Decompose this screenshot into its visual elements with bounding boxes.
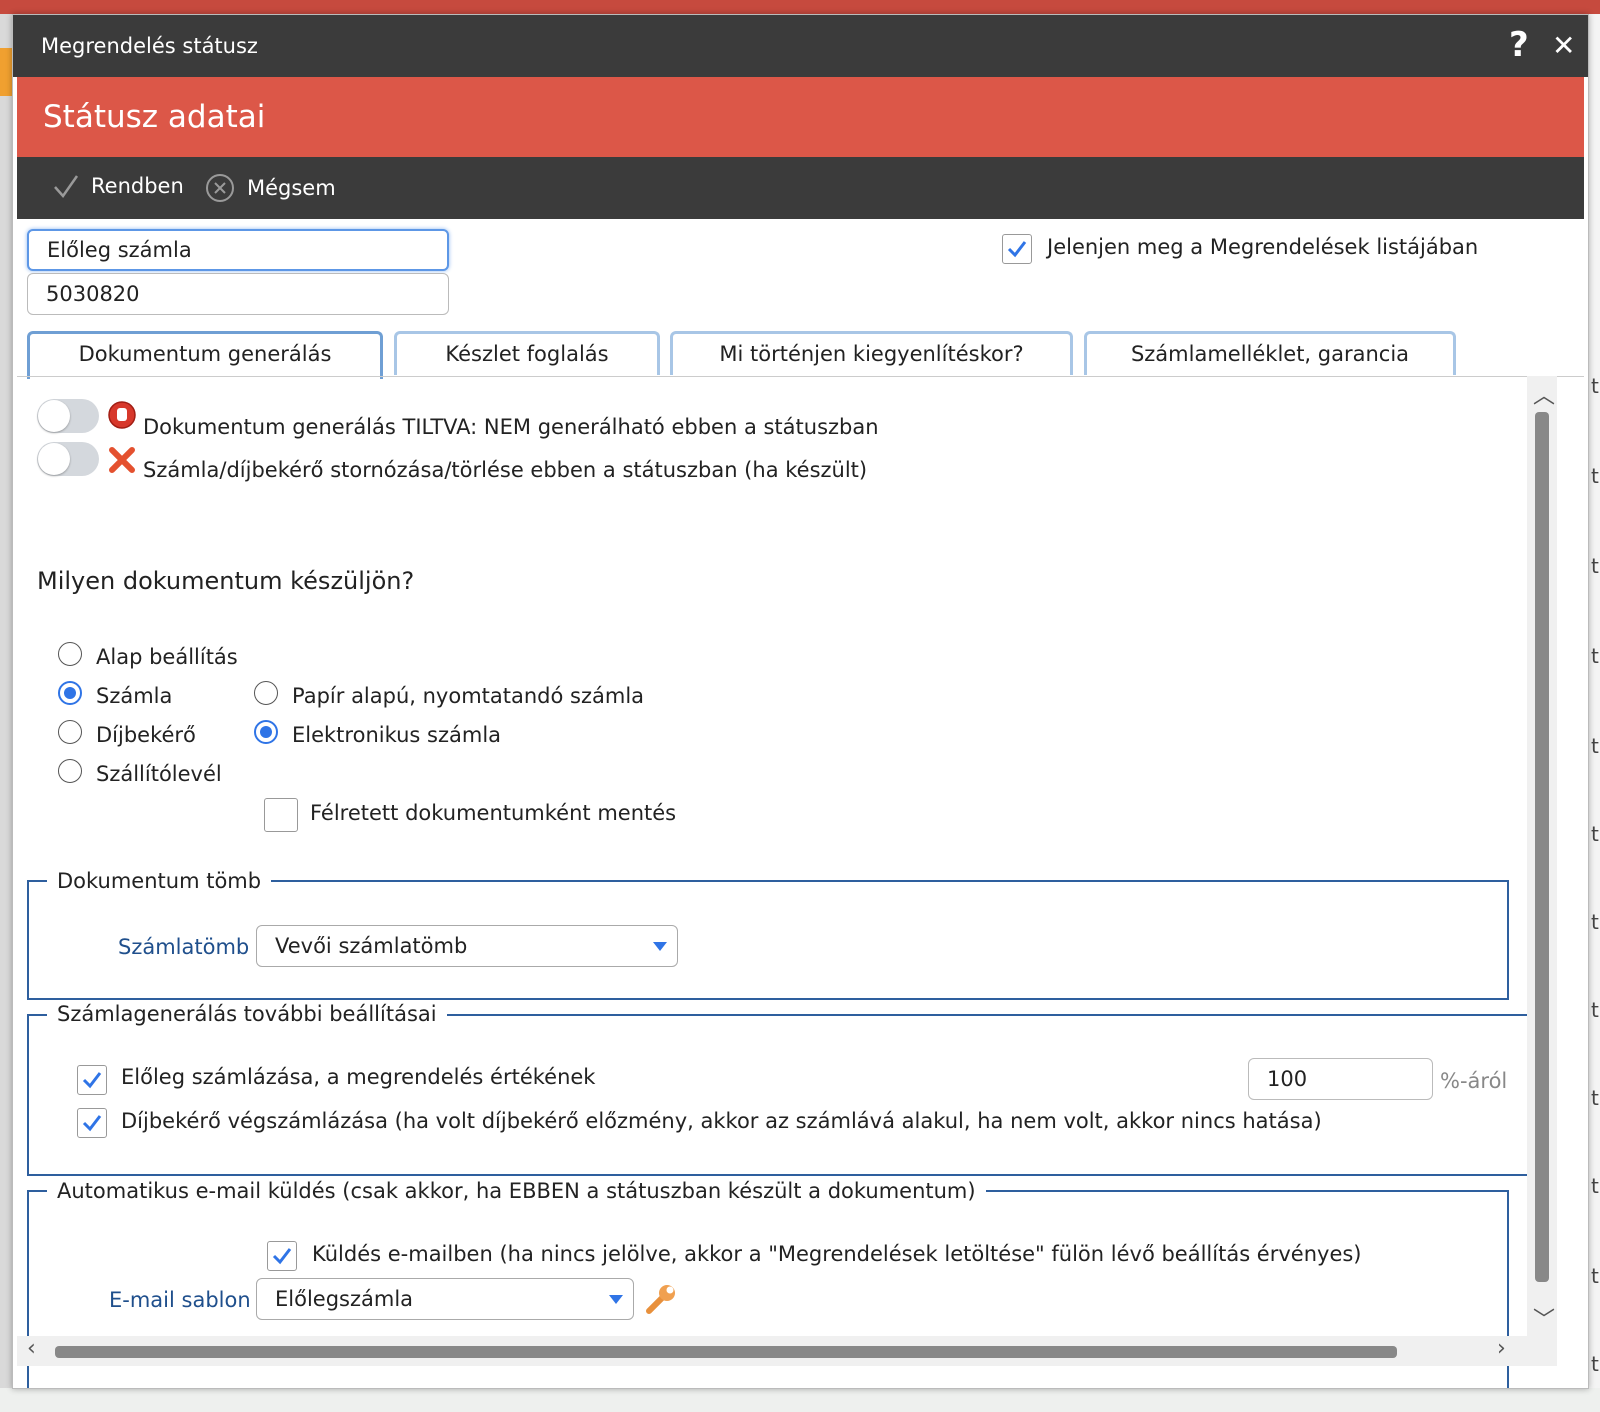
background-app-header xyxy=(0,0,1600,14)
send-email-checkbox[interactable] xyxy=(267,1241,297,1271)
advance-percent-input[interactable] xyxy=(1248,1058,1433,1100)
background-toggle xyxy=(210,1388,268,1398)
status-code-input[interactable] xyxy=(27,273,449,315)
radio-delivery-note-label: Szállítólevél xyxy=(96,762,222,786)
help-icon[interactable]: ? xyxy=(1509,25,1529,65)
background-row-text: t xyxy=(1591,1174,1599,1198)
ok-label: Rendben xyxy=(91,174,184,198)
dialog-title: Megrendelés státusz xyxy=(41,34,258,58)
vertical-scrollbar[interactable]: ︿ ﹀ xyxy=(1527,376,1557,1336)
toolbar: Rendben Mégsem xyxy=(17,157,1584,219)
background-row-text: t xyxy=(1591,374,1599,398)
section-header: Státusz adatai xyxy=(17,77,1584,157)
radio-default[interactable] xyxy=(58,642,82,666)
tab-stock-reservation[interactable]: Készlet foglalás xyxy=(394,331,660,375)
chevron-down-icon xyxy=(609,1295,623,1304)
background-row-text: t xyxy=(1591,1264,1599,1288)
checkmark-icon xyxy=(54,175,79,199)
final-invoice-label: Díjbekérő végszámlázása (ha volt díjbeké… xyxy=(121,1109,1322,1133)
checkmark-icon xyxy=(1007,241,1027,258)
radio-invoice-label: Számla xyxy=(96,684,173,708)
draft-save-label: Félretett dokumentumként mentés xyxy=(310,801,677,825)
cancel-circle-icon xyxy=(206,174,234,202)
background-row-text: t xyxy=(1591,822,1599,846)
radio-proforma[interactable] xyxy=(58,720,82,744)
background-row-text: t xyxy=(1591,998,1599,1022)
scroll-left-icon[interactable]: ‹ xyxy=(27,1336,36,1361)
background-row-text: t xyxy=(1591,644,1599,668)
horizontal-scroll-thumb[interactable] xyxy=(55,1346,1397,1358)
invoice-block-value: Vevői számlatömb xyxy=(275,934,468,958)
background-app-accent xyxy=(0,48,12,96)
scroll-right-icon[interactable]: › xyxy=(1497,1336,1506,1361)
cancel-label: Mégsem xyxy=(247,176,336,200)
section-title: Státusz adatai xyxy=(43,99,266,135)
doc-block-legend: Dokumentum tömb xyxy=(47,869,272,893)
email-template-value: Előlegszámla xyxy=(275,1287,414,1311)
radio-e-invoice[interactable] xyxy=(254,720,278,744)
tab-panel-document-generation: Dokumentum generálás TILTVA: NEM generál… xyxy=(17,376,1584,1388)
tab-invoice-attachment[interactable]: Számlamelléklet, garancia xyxy=(1084,331,1456,375)
invoice-settings-legend: Számlagenerálás további beállításai xyxy=(47,1002,447,1026)
advance-invoice-checkbox[interactable] xyxy=(77,1065,107,1095)
wrench-icon[interactable] xyxy=(643,1281,679,1317)
status-name-input[interactable] xyxy=(27,229,449,271)
cancel-button[interactable]: Mégsem xyxy=(205,173,336,203)
background-toggle xyxy=(592,1388,650,1398)
ok-button[interactable]: Rendben xyxy=(53,173,184,199)
invoice-block-select[interactable]: Vevői számlatömb xyxy=(256,925,678,967)
email-template-select[interactable]: Előlegszámla xyxy=(256,1278,634,1320)
checkmark-icon xyxy=(272,1248,292,1265)
stop-hand-icon xyxy=(108,401,136,429)
vertical-scroll-thumb[interactable] xyxy=(1535,412,1549,1282)
background-row-text: t xyxy=(1591,464,1599,488)
red-x-icon xyxy=(109,447,135,473)
status-dialog: Megrendelés státusz ? ✕ Státusz adatai R… xyxy=(12,14,1589,1389)
checkmark-icon xyxy=(82,1115,102,1132)
dialog-titlebar: Megrendelés státusz ? ✕ xyxy=(13,15,1588,77)
draft-save-checkbox[interactable] xyxy=(264,798,298,832)
tab-on-settlement[interactable]: Mi történjen kiegyenlítéskor? xyxy=(670,331,1073,375)
show-in-list-checkbox[interactable] xyxy=(1002,234,1032,264)
horizontal-scrollbar[interactable]: ‹ › xyxy=(17,1336,1557,1366)
checkmark-icon xyxy=(82,1072,102,1089)
disable-generation-toggle[interactable] xyxy=(37,399,99,433)
email-template-label: E-mail sablon : xyxy=(109,1288,265,1312)
background-row-text: t xyxy=(1591,910,1599,934)
background-row-text: t xyxy=(1591,734,1599,758)
radio-paper-invoice[interactable] xyxy=(254,681,278,705)
doc-question-heading: Milyen dokumentum készüljön? xyxy=(37,567,415,595)
advance-percent-suffix: %-áról xyxy=(1440,1069,1508,1093)
show-in-list-label: Jelenjen meg a Megrendelések listájában xyxy=(1047,235,1479,259)
radio-proforma-label: Díjbekérő xyxy=(96,723,196,747)
radio-e-invoice-label: Elektronikus számla xyxy=(292,723,502,747)
radio-paper-invoice-label: Papír alapú, nyomtatandó számla xyxy=(292,684,645,708)
advance-invoice-label: Előleg számlázása, a megrendelés értékén… xyxy=(121,1065,596,1089)
doc-block-field-label: Számlatömb : xyxy=(118,935,264,959)
scroll-down-icon[interactable]: ﹀ xyxy=(1533,1302,1555,1334)
final-invoice-checkbox[interactable] xyxy=(77,1108,107,1138)
scroll-up-icon[interactable]: ︿ xyxy=(1533,378,1555,410)
background-row-text: t xyxy=(1591,1352,1599,1376)
chevron-down-icon xyxy=(653,942,667,951)
radio-invoice[interactable] xyxy=(58,681,82,705)
radio-delivery-note[interactable] xyxy=(58,759,82,783)
background-row-text: t xyxy=(1591,1086,1599,1110)
tab-document-generation[interactable]: Dokumentum generálás xyxy=(27,331,383,379)
storno-toggle[interactable] xyxy=(37,442,99,476)
background-row-text: t xyxy=(1591,554,1599,578)
send-email-label: Küldés e-mailben (ha nincs jelölve, akko… xyxy=(312,1242,1362,1266)
radio-default-label: Alap beállítás xyxy=(96,645,238,669)
storno-label: Számla/díjbekérő stornózása/törlése ebbe… xyxy=(143,458,868,482)
close-icon[interactable]: ✕ xyxy=(1552,29,1575,62)
disable-generation-label: Dokumentum generálás TILTVA: NEM generál… xyxy=(143,415,879,439)
email-legend: Automatikus e-mail küldés (csak akkor, h… xyxy=(47,1179,986,1203)
